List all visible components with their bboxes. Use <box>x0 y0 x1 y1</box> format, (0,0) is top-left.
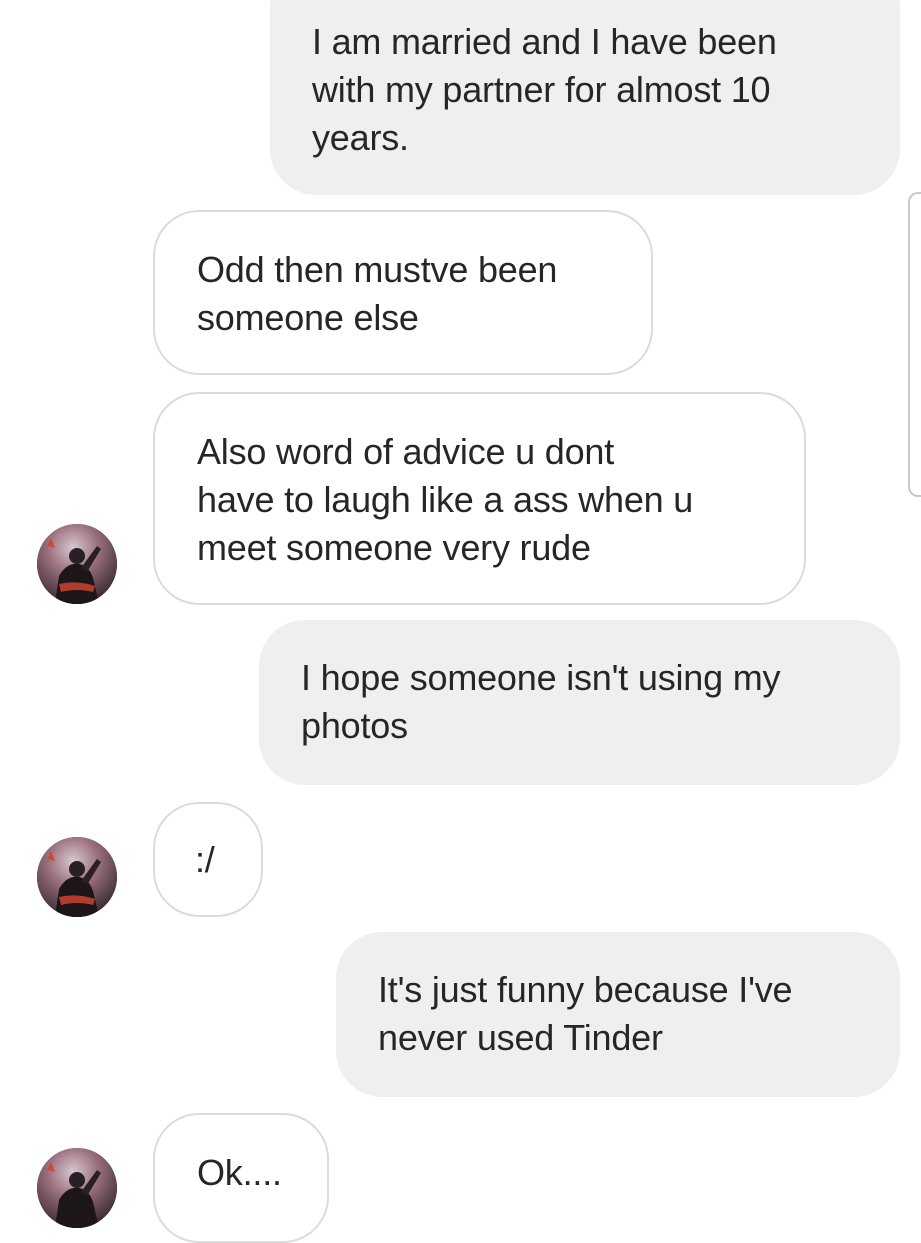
received-message-bubble[interactable]: Also word of advice u dont have to laugh… <box>153 392 806 605</box>
sent-message-bubble[interactable]: I hope someone isn't using my photos <box>259 620 900 785</box>
contact-avatar[interactable] <box>37 837 117 917</box>
received-message-bubble[interactable]: Odd then mustve been someone else <box>153 210 653 375</box>
received-message-bubble[interactable]: Ok.... <box>153 1113 329 1243</box>
contact-avatar[interactable] <box>37 524 117 604</box>
message-thread: I am married and I have been with my par… <box>0 0 921 1243</box>
sent-message-bubble[interactable]: I am married and I have been with my par… <box>270 0 900 195</box>
received-message-bubble[interactable]: :/ <box>153 802 263 917</box>
avatar-photo-icon <box>37 1148 117 1228</box>
contact-avatar[interactable] <box>37 1148 117 1228</box>
scrollbar-handle[interactable] <box>908 192 921 497</box>
avatar-photo-icon <box>37 837 117 917</box>
avatar-photo-icon <box>37 524 117 604</box>
sent-message-bubble[interactable]: It's just funny because I've never used … <box>336 932 900 1097</box>
